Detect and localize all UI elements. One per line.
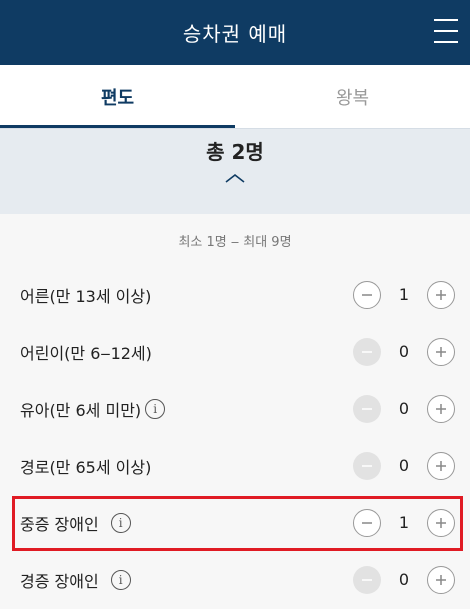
chevron-up-icon[interactable] [224, 169, 246, 188]
hamburger-menu-icon[interactable] [434, 19, 458, 43]
passenger-count: 0 [398, 570, 410, 589]
passenger-label: 어른(만 13세 이상) [20, 286, 152, 306]
quantity-stepper: 0 [353, 337, 455, 366]
passenger-summary: 총 2명 [0, 128, 470, 214]
tab-round-trip[interactable]: 왕복 [235, 65, 470, 128]
decrement-button[interactable] [353, 565, 381, 594]
passenger-count: 0 [398, 456, 410, 475]
increment-button[interactable] [427, 394, 455, 423]
passenger-count: 1 [398, 513, 410, 532]
decrement-button[interactable] [353, 280, 381, 309]
passenger-row-severe-disability: 중증 장애인 i 1 [0, 494, 470, 551]
quantity-stepper: 0 [353, 451, 455, 480]
increment-button[interactable] [427, 280, 455, 309]
passenger-label: 중증 장애인 [20, 514, 99, 534]
quantity-stepper: 0 [353, 565, 455, 594]
passenger-count: 0 [398, 342, 410, 361]
increment-button[interactable] [427, 451, 455, 480]
app-header: 승차권 예매 [0, 0, 470, 65]
quantity-stepper: 1 [353, 280, 455, 309]
passenger-count: 1 [398, 285, 410, 304]
total-passengers: 총 2명 [206, 140, 264, 164]
increment-button[interactable] [427, 565, 455, 594]
passenger-limit-note: 최소 1명 ‒ 최대 9명 [178, 234, 292, 250]
decrement-button[interactable] [353, 451, 381, 480]
decrement-button[interactable] [353, 394, 381, 423]
quantity-stepper: 1 [353, 508, 455, 537]
passenger-label: 경증 장애인 [20, 571, 99, 591]
increment-button[interactable] [427, 337, 455, 366]
info-icon[interactable]: i [145, 398, 166, 419]
passenger-count: 0 [398, 399, 410, 418]
passenger-label: 어린이(만 6‒12세) [20, 343, 152, 363]
passenger-row-mild-disability: 경증 장애인 i 0 [0, 551, 470, 608]
tab-one-way[interactable]: 편도 [0, 65, 235, 128]
passenger-row-child: 어린이(만 6‒12세) 0 [0, 323, 470, 380]
decrement-button[interactable] [353, 508, 381, 537]
passenger-label: 유아(만 6세 미만) [20, 400, 142, 420]
increment-button[interactable] [427, 508, 455, 537]
info-icon[interactable]: i [110, 512, 131, 533]
decrement-button[interactable] [353, 337, 381, 366]
passenger-row-adult: 어른(만 13세 이상) 1 [0, 266, 470, 323]
passenger-row-senior: 경로(만 65세 이상) 0 [0, 437, 470, 494]
passenger-row-infant: 유아(만 6세 미만) i 0 [0, 380, 470, 437]
quantity-stepper: 0 [353, 394, 455, 423]
info-icon[interactable]: i [110, 569, 131, 590]
page-title: 승차권 예매 [182, 22, 288, 46]
passenger-label: 경로(만 65세 이상) [20, 457, 152, 477]
trip-type-tabs: 편도 왕복 [0, 65, 470, 128]
